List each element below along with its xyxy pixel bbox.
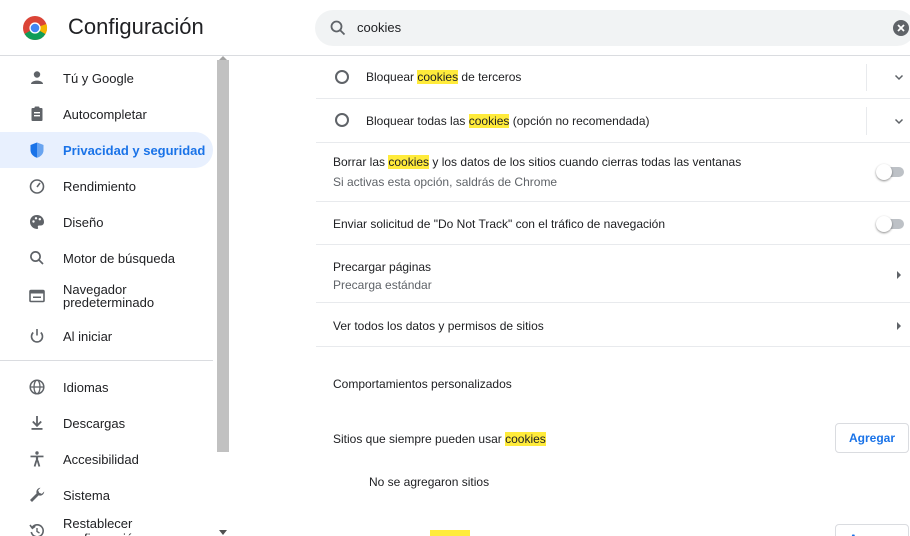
setting-row-all-site-data[interactable]: Ver todos los datos y permisos de sitios bbox=[316, 303, 910, 347]
sidebar-item-label: Idiomas bbox=[63, 379, 109, 395]
setting-label: Borrar las cookies y los datos de los si… bbox=[333, 155, 741, 169]
settings-window: Configuración cookies Tú y Google Autoco… bbox=[0, 0, 910, 536]
wrench-icon bbox=[30, 487, 45, 502]
sidebar-item-label: Descargas bbox=[63, 415, 126, 431]
palette-icon bbox=[30, 215, 44, 229]
sidebar-item-label: Motor de búsqueda bbox=[63, 250, 176, 266]
search-highlight: cookies bbox=[468, 114, 510, 128]
setting-sublabel: Precarga estándar bbox=[333, 278, 432, 292]
clipboard-icon bbox=[31, 106, 43, 121]
clear-on-close-toggle[interactable] bbox=[876, 164, 906, 180]
search-icon bbox=[30, 251, 44, 265]
sidebar-divider bbox=[0, 360, 213, 361]
do-not-track-toggle[interactable] bbox=[876, 216, 906, 232]
arrow-right-icon[interactable] bbox=[897, 322, 901, 330]
label-text: Bloquear todas las bbox=[366, 114, 469, 128]
expand-chevron-icon[interactable] bbox=[894, 72, 904, 82]
divider bbox=[866, 64, 867, 91]
label-text: y los datos de los sitios cuando cierras… bbox=[429, 155, 742, 169]
sidebar: Tú y Google Autocompletar Privacidad y s… bbox=[0, 56, 232, 536]
power-icon bbox=[30, 329, 44, 343]
sidebar-item-you-and-google[interactable]: Tú y Google bbox=[0, 60, 213, 96]
accessibility-icon bbox=[30, 451, 44, 467]
toggle-knob bbox=[876, 216, 892, 232]
download-icon bbox=[31, 416, 43, 430]
search-input[interactable]: cookies bbox=[357, 20, 401, 35]
sidebar-item-label: Rendimiento bbox=[63, 178, 136, 194]
search-highlight bbox=[430, 530, 470, 536]
scroll-up-arrow-icon[interactable] bbox=[219, 56, 227, 60]
setting-label: Enviar solicitud de "Do Not Track" con e… bbox=[333, 217, 666, 231]
add-site-button[interactable]: Agregar bbox=[835, 524, 909, 536]
setting-sublabel: Si activas esta opción, saldrás de Chrom… bbox=[333, 175, 558, 189]
search-box[interactable]: cookies bbox=[315, 10, 910, 46]
sidebar-item-on-startup[interactable]: Al iniciar bbox=[0, 318, 213, 354]
speedometer-icon bbox=[29, 179, 45, 194]
list-heading-always-allow: Sitios que siempre pueden usar cookies bbox=[333, 432, 546, 446]
option-label: Bloquear todas las cookies (opción no re… bbox=[366, 114, 650, 128]
header: Configuración cookies bbox=[0, 0, 910, 56]
sidebar-item-label: Tú y Google bbox=[63, 70, 134, 86]
person-icon bbox=[31, 71, 43, 84]
sidebar-item-autofill[interactable]: Autocompletar bbox=[0, 96, 213, 132]
sidebar-item-accessibility[interactable]: Accesibilidad bbox=[0, 441, 213, 477]
setting-row-do-not-track[interactable]: Enviar solicitud de "Do Not Track" con e… bbox=[316, 202, 910, 245]
sidebar-item-label-group: Navegador predeterminado bbox=[63, 283, 154, 309]
option-label: Bloquear cookies de terceros bbox=[366, 70, 521, 84]
settings-card: Bloquear cookies de terceros Bloquear to… bbox=[316, 56, 910, 536]
shield-icon bbox=[30, 142, 44, 158]
label-text: Bloquear bbox=[366, 70, 418, 84]
sidebar-item-label: Accesibilidad bbox=[63, 451, 139, 467]
sidebar-item-reset[interactable]: Restablecer configuración bbox=[0, 513, 213, 536]
setting-row-clear-on-close[interactable]: Borrar las cookies y los datos de los si… bbox=[316, 143, 910, 202]
sidebar-item-performance[interactable]: Rendimiento bbox=[0, 168, 213, 204]
sidebar-item-label: predeterminado bbox=[63, 295, 155, 310]
divider bbox=[866, 107, 867, 135]
add-site-button[interactable]: Agregar bbox=[835, 423, 909, 453]
setting-label: Precargar páginas bbox=[333, 260, 432, 274]
sidebar-item-label: Restablecer configuración bbox=[63, 516, 140, 536]
sidebar-item-label: Sistema bbox=[63, 487, 110, 503]
sidebar-item-label: Privacidad y seguridad bbox=[63, 142, 206, 158]
sidebar-item-privacy[interactable]: Privacidad y seguridad bbox=[0, 132, 213, 168]
section-heading: Comportamientos personalizados bbox=[333, 377, 512, 391]
toggle-knob bbox=[876, 164, 892, 180]
search-highlight: cookies bbox=[417, 70, 459, 84]
list-heading-clipped: Agregar bbox=[316, 518, 910, 536]
radio-button[interactable] bbox=[335, 70, 349, 84]
empty-list-message: No se agregaron sitios bbox=[369, 475, 490, 489]
setting-row-preload[interactable]: Precargar páginas Precarga estándar bbox=[316, 245, 910, 303]
sidebar-scrollbar-thumb[interactable] bbox=[217, 60, 229, 452]
sidebar-item-label: Diseño bbox=[63, 214, 104, 230]
sidebar-item-languages[interactable]: Idiomas bbox=[0, 369, 213, 405]
search-highlight: cookies bbox=[388, 155, 430, 169]
scroll-down-arrow-icon[interactable] bbox=[219, 530, 227, 535]
label-text: Borrar las bbox=[333, 155, 389, 169]
search-icon[interactable] bbox=[329, 19, 347, 37]
globe-icon bbox=[29, 379, 45, 395]
restore-icon bbox=[29, 524, 44, 536]
sidebar-item-search-engine[interactable]: Motor de búsqueda bbox=[0, 240, 213, 276]
radio-row-block-all[interactable]: Bloquear todas las cookies (opción no re… bbox=[316, 99, 910, 143]
clear-search-icon[interactable] bbox=[892, 19, 910, 37]
expand-chevron-icon[interactable] bbox=[894, 116, 904, 126]
browser-icon bbox=[29, 289, 45, 303]
setting-label: Ver todos los datos y permisos de sitios bbox=[333, 319, 544, 333]
chrome-logo bbox=[23, 16, 48, 40]
arrow-right-icon[interactable] bbox=[897, 271, 901, 279]
search-highlight: cookies bbox=[505, 432, 546, 446]
sidebar-item-label: Autocompletar bbox=[63, 106, 147, 122]
radio-row-block-third-party[interactable]: Bloquear cookies de terceros bbox=[316, 56, 910, 99]
sidebar-item-default-browser[interactable]: Navegador predeterminado bbox=[0, 278, 213, 314]
page-title: Configuración bbox=[68, 14, 204, 39]
label-text: Sitios que siempre pueden usar bbox=[333, 432, 506, 446]
sidebar-item-appearance[interactable]: Diseño bbox=[0, 204, 213, 240]
label-text: de terceros bbox=[458, 70, 522, 84]
label-text: (opción no recomendada) bbox=[509, 114, 650, 128]
radio-button[interactable] bbox=[335, 113, 349, 127]
sidebar-item-label: Al iniciar bbox=[63, 328, 113, 344]
sidebar-item-system[interactable]: Sistema bbox=[0, 477, 213, 513]
sidebar-item-downloads[interactable]: Descargas bbox=[0, 405, 213, 441]
